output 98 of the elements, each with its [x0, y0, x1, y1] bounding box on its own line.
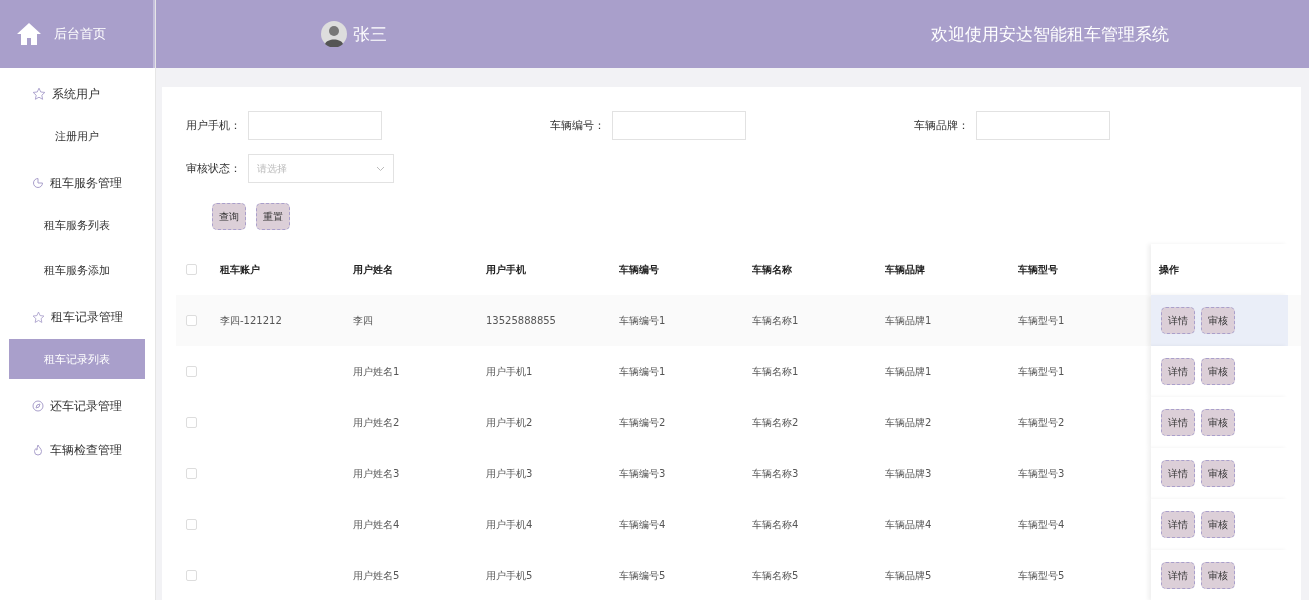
menu-item[interactable]: 租车服务添加: [9, 250, 145, 290]
filter-input[interactable]: [612, 111, 746, 140]
action-button[interactable]: 审核: [1201, 409, 1235, 436]
column-header: 车辆品牌: [885, 262, 926, 277]
table-cell-text: 李四-121212: [220, 313, 283, 328]
action-button[interactable]: 详情: [1161, 460, 1195, 487]
filter-input[interactable]: [976, 111, 1110, 140]
column-header: 车辆名称: [752, 262, 793, 277]
table-cell-text: 车辆品牌2: [885, 415, 933, 430]
table-cell-text: 车辆品牌1: [885, 313, 933, 328]
checkbox[interactable]: [186, 519, 197, 530]
filter-button[interactable]: 查询: [212, 203, 246, 230]
table-cell-text: 车辆型号2: [1018, 415, 1066, 430]
table-cell-text: 用户姓名3: [353, 466, 401, 481]
column-header: 租车账户: [220, 262, 261, 277]
table-cell-text: 车辆名称2: [752, 415, 800, 430]
table-cell-text: 用户手机2: [486, 415, 534, 430]
filter-input[interactable]: [248, 111, 382, 140]
table-cell-text: 车辆型号3: [1018, 466, 1066, 481]
table-cell-text: 车辆型号1: [1018, 313, 1066, 328]
table-cell-text: 车辆型号4: [1018, 517, 1066, 532]
action-button[interactable]: 详情: [1161, 307, 1195, 334]
table-cell-text: 车辆型号1: [1018, 364, 1066, 379]
table-cell-text: 车辆名称4: [752, 517, 800, 532]
menu-item[interactable]: 注册用户: [9, 116, 145, 156]
table-cell-text: 车辆名称1: [752, 313, 800, 328]
action-button[interactable]: 审核: [1201, 307, 1235, 334]
table-cell-text: 车辆编号3: [619, 466, 667, 481]
table-row[interactable]: 用户姓名5 用户手机5 车辆编号5 车辆名称5 车辆品牌5 车辆型号5 详情 审核: [176, 550, 1301, 600]
table-cell-text: 车辆型号5: [1018, 568, 1066, 583]
table-cell-text: 用户手机3: [486, 466, 534, 481]
table-cell-text: 车辆名称1: [752, 364, 800, 379]
checkbox[interactable]: [186, 315, 197, 326]
table-cell-text: 用户姓名4: [353, 517, 401, 532]
table-cell-text: 用户手机5: [486, 568, 534, 583]
filter-label: 车辆品牌：: [914, 118, 966, 133]
table-row[interactable]: 李四-121212 李四 13525888855 车辆编号1 车辆名称1 车辆品牌1 车辆型号1 详情 审核: [176, 295, 1301, 346]
menu-group[interactable]: 系统用户: [0, 72, 155, 116]
table-cell-text: 车辆编号1: [619, 364, 667, 379]
flame-icon: [32, 444, 44, 456]
column-header: 用户姓名: [353, 262, 394, 277]
action-button[interactable]: 审核: [1201, 511, 1235, 538]
action-button[interactable]: 详情: [1161, 562, 1195, 589]
table-cell-text: 车辆品牌4: [885, 517, 933, 532]
checkbox[interactable]: [186, 366, 197, 377]
filter-label: 用户手机：: [186, 118, 238, 133]
compass-icon: [32, 400, 44, 412]
table-row[interactable]: 用户姓名3 用户手机3 车辆编号3 车辆名称3 车辆品牌3 车辆型号3 详情 审核: [176, 448, 1301, 499]
chevron-down-icon: [376, 165, 385, 172]
action-button[interactable]: 审核: [1201, 460, 1235, 487]
home-label: 后台首页: [54, 25, 106, 43]
table-row[interactable]: 用户姓名1 用户手机1 车辆编号1 车辆名称1 车辆品牌1 车辆型号1 详情 审核: [176, 346, 1301, 397]
table-cell-text: 车辆品牌1: [885, 364, 933, 379]
system-title: 欢迎使用安达智能租车管理系统: [931, 22, 1169, 46]
table-cell-text: 13525888855: [486, 315, 557, 326]
filter-label: 审核状态：: [186, 161, 238, 176]
table-cell-text: 车辆编号2: [619, 415, 667, 430]
column-header: 车辆型号: [1018, 262, 1059, 277]
table-cell-text: 车辆编号5: [619, 568, 667, 583]
table-cell-text: 用户手机1: [486, 364, 534, 379]
table-cell-text: 用户姓名1: [353, 364, 401, 379]
table-row[interactable]: 用户姓名4 用户手机4 车辆编号4 车辆名称4 车辆品牌4 车辆型号4 详情 审核: [176, 499, 1301, 550]
table-cell-text: 用户手机4: [486, 517, 534, 532]
table-cell-text: 车辆编号4: [619, 517, 667, 532]
pie-icon: [32, 177, 44, 189]
filter-label: 车辆编号：: [550, 118, 602, 133]
table-cell-text: 车辆名称5: [752, 568, 800, 583]
action-button[interactable]: 审核: [1201, 562, 1235, 589]
column-header: 车辆编号: [619, 262, 660, 277]
table-cell-text: 车辆品牌5: [885, 568, 933, 583]
filter-button[interactable]: 重置: [256, 203, 290, 230]
menu-group[interactable]: 还车记录管理: [0, 384, 155, 428]
checkbox[interactable]: [186, 570, 197, 581]
checkbox[interactable]: [186, 264, 197, 275]
star-icon: [32, 87, 46, 101]
user-name: 张三: [353, 22, 387, 46]
column-header: 用户手机: [486, 262, 527, 277]
column-header: 操作: [1159, 262, 1179, 277]
menu-group[interactable]: 租车服务管理: [0, 161, 155, 205]
table-cell-text: 车辆名称3: [752, 466, 800, 481]
action-button[interactable]: 详情: [1161, 409, 1195, 436]
checkbox[interactable]: [186, 417, 197, 428]
menu-group[interactable]: 租车记录管理: [0, 295, 155, 339]
home-icon: [16, 22, 42, 46]
menu-item[interactable]: 租车服务列表: [9, 205, 145, 245]
avatar: [321, 21, 347, 47]
star-icon: [32, 310, 45, 324]
table-cell-text: 用户姓名5: [353, 568, 401, 583]
menu-group[interactable]: 车辆检查管理: [0, 428, 155, 472]
table-cell-text: 车辆品牌3: [885, 466, 933, 481]
table-cell-text: 车辆编号1: [619, 313, 667, 328]
action-button[interactable]: 详情: [1161, 511, 1195, 538]
table-cell-text: 李四: [353, 313, 374, 328]
checkbox[interactable]: [186, 468, 197, 479]
action-button[interactable]: 详情: [1161, 358, 1195, 385]
action-button[interactable]: 审核: [1201, 358, 1235, 385]
table-row[interactable]: 用户姓名2 用户手机2 车辆编号2 车辆名称2 车辆品牌2 车辆型号2 详情 审核: [176, 397, 1301, 448]
table-cell-text: 用户姓名2: [353, 415, 401, 430]
